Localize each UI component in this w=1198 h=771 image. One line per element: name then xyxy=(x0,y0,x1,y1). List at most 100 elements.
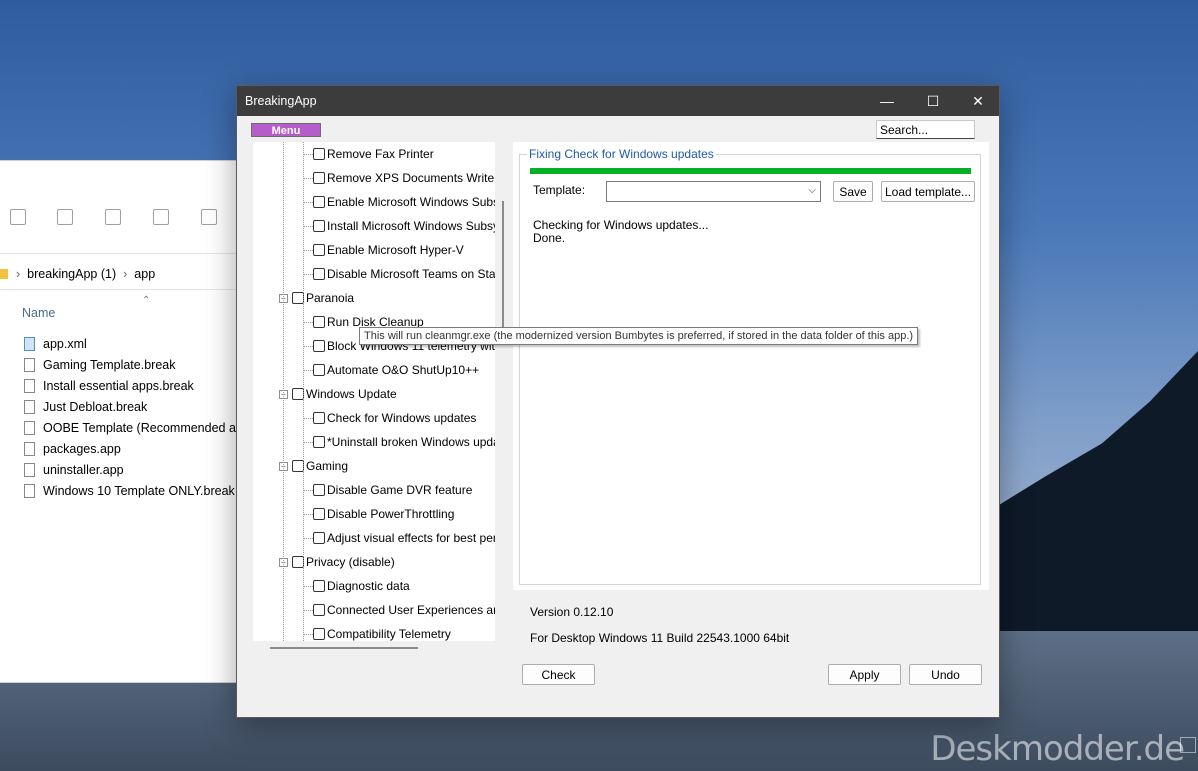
checkbox[interactable] xyxy=(313,148,325,160)
checkbox[interactable] xyxy=(313,316,325,328)
menu-button[interactable]: Menu xyxy=(251,123,321,137)
rename-icon[interactable] xyxy=(105,209,121,225)
tree-category[interactable]: − Paranoia xyxy=(279,286,354,310)
list-item[interactable]: Just Debloat.break xyxy=(24,396,250,417)
file-name: OOBE Template (Recommended afte xyxy=(43,420,250,435)
checkbox[interactable] xyxy=(313,484,325,496)
tree-item-label: Privacy (disable) xyxy=(306,555,395,569)
list-item[interactable]: uninstaller.app xyxy=(24,459,250,480)
tree-item[interactable]: Disable Microsoft Teams on Startup xyxy=(313,262,495,286)
file-name: Install essential apps.break xyxy=(43,378,194,393)
breadcrumb-item[interactable]: breakingApp (1) xyxy=(27,267,116,281)
list-item[interactable]: OOBE Template (Recommended afte xyxy=(24,417,250,438)
checkbox[interactable] xyxy=(313,172,325,184)
checkbox[interactable] xyxy=(313,628,325,640)
file-list: app.xml Gaming Template.break Install es… xyxy=(24,333,250,501)
tree-item[interactable]: Automate O&O ShutUp10++ xyxy=(313,358,479,382)
checkbox[interactable] xyxy=(313,244,325,256)
minimize-button[interactable]: — xyxy=(864,86,910,116)
tree-item[interactable]: Enable Microsoft Windows Subsyst xyxy=(313,190,495,214)
checkbox[interactable] xyxy=(313,340,325,352)
window-title: BreakingApp xyxy=(245,94,317,108)
close-button[interactable]: ✕ xyxy=(955,86,1001,116)
breadcrumb-item[interactable]: app xyxy=(134,267,155,281)
tree-item[interactable]: Install Microsoft Windows Subsyste xyxy=(313,214,495,238)
file-name: Just Debloat.break xyxy=(43,399,148,414)
copy-icon[interactable] xyxy=(10,209,26,225)
tree-item[interactable]: Connected User Experiences and T xyxy=(313,598,495,622)
file-explorer-window: › breakingApp (1) › app ⌃ Name app.xml G… xyxy=(0,160,250,683)
list-item[interactable]: packages.app xyxy=(24,438,250,459)
xml-file-icon xyxy=(24,336,35,351)
tree-vertical-scrollbar[interactable] xyxy=(502,201,504,331)
share-icon[interactable] xyxy=(153,209,169,225)
list-item[interactable]: Windows 10 Template ONLY.break xyxy=(24,480,250,501)
save-button[interactable]: Save xyxy=(833,181,873,202)
checkbox[interactable] xyxy=(313,196,325,208)
apply-button[interactable]: Apply xyxy=(828,664,901,685)
tree-connector xyxy=(303,586,313,587)
tree-item-label: Gaming xyxy=(306,459,349,473)
tree-item[interactable]: Check for Windows updates xyxy=(313,406,476,430)
tree-connector xyxy=(303,346,313,347)
resize-icon xyxy=(1180,737,1196,753)
tree-item[interactable]: *Uninstall broken Windows updates xyxy=(313,430,495,454)
checkbox[interactable] xyxy=(313,604,325,616)
tree-connector xyxy=(303,178,313,179)
breadcrumb: › breakingApp (1) › app xyxy=(0,263,238,285)
tooltip: This will run cleanmgr.exe (the moderniz… xyxy=(359,327,919,345)
search-input[interactable]: Search... xyxy=(876,120,975,139)
delete-icon[interactable] xyxy=(201,209,217,225)
folder-icon xyxy=(0,269,8,279)
load-template-button[interactable]: Load template... xyxy=(881,181,975,202)
list-item[interactable]: Install essential apps.break xyxy=(24,375,250,396)
checkbox[interactable] xyxy=(313,580,325,592)
chevron-right-icon: › xyxy=(16,267,21,281)
tree-item[interactable]: Diagnostic data xyxy=(313,574,410,598)
tree-horizontal-scrollbar[interactable] xyxy=(270,647,418,649)
list-item[interactable]: app.xml xyxy=(24,333,250,354)
file-name: Windows 10 Template ONLY.break xyxy=(43,483,235,498)
tree-item-label: Paranoia xyxy=(306,291,355,305)
tree-connector xyxy=(303,322,313,323)
title-bar[interactable]: BreakingApp — ☐ ✕ xyxy=(237,86,999,116)
divider xyxy=(0,253,238,254)
file-icon xyxy=(24,357,35,372)
list-item[interactable]: Gaming Template.break xyxy=(24,354,250,375)
checkbox[interactable] xyxy=(313,364,325,376)
tree-category[interactable]: − Windows Update xyxy=(279,382,397,406)
tree-connector xyxy=(303,226,313,227)
check-button[interactable]: Check xyxy=(522,664,595,685)
log-output: Checking for Windows updates... Done. xyxy=(533,219,708,245)
tree-category[interactable]: − Privacy (disable) xyxy=(279,550,395,574)
checkbox[interactable] xyxy=(313,532,325,544)
watermark: Deskmodder.de xyxy=(930,729,1185,769)
tree-item[interactable]: Remove XPS Documents Writer xyxy=(313,166,495,190)
tree-item[interactable]: Disable PowerThrottling xyxy=(313,502,454,526)
checkbox[interactable] xyxy=(313,508,325,520)
template-select[interactable]: ⌵ xyxy=(606,181,821,202)
checkbox[interactable] xyxy=(313,436,325,448)
maximize-button[interactable]: ☐ xyxy=(910,86,956,116)
sort-ascending-icon: ⌃ xyxy=(142,295,151,306)
file-icon xyxy=(24,483,35,498)
paste-icon[interactable] xyxy=(57,209,73,225)
tree-item[interactable]: Adjust visual effects for best perform xyxy=(313,526,495,550)
file-name: uninstaller.app xyxy=(43,462,124,477)
file-icon xyxy=(24,420,35,435)
column-header-name[interactable]: Name xyxy=(22,306,55,320)
tree-category[interactable]: − Gaming xyxy=(279,454,348,478)
tree-item[interactable]: Compatibility Telemetry xyxy=(313,622,451,641)
feature-tree[interactable]: Remove Fax Printer Remove XPS Documents W… xyxy=(253,142,495,641)
tree-item[interactable]: Disable Game DVR feature xyxy=(313,478,472,502)
checkbox[interactable] xyxy=(313,412,325,424)
version-label: Version 0.12.10 xyxy=(530,605,614,619)
undo-button[interactable]: Undo xyxy=(909,664,982,685)
tree-item[interactable]: Enable Microsoft Hyper-V xyxy=(313,238,464,262)
checkbox[interactable] xyxy=(313,268,325,280)
tree-item-label: Enable Microsoft Windows Subsyst xyxy=(327,195,495,209)
tree-connector xyxy=(303,634,313,635)
tree-item[interactable]: Remove Fax Printer xyxy=(313,142,434,166)
checkbox[interactable] xyxy=(313,220,325,232)
tree-connector xyxy=(303,610,313,611)
